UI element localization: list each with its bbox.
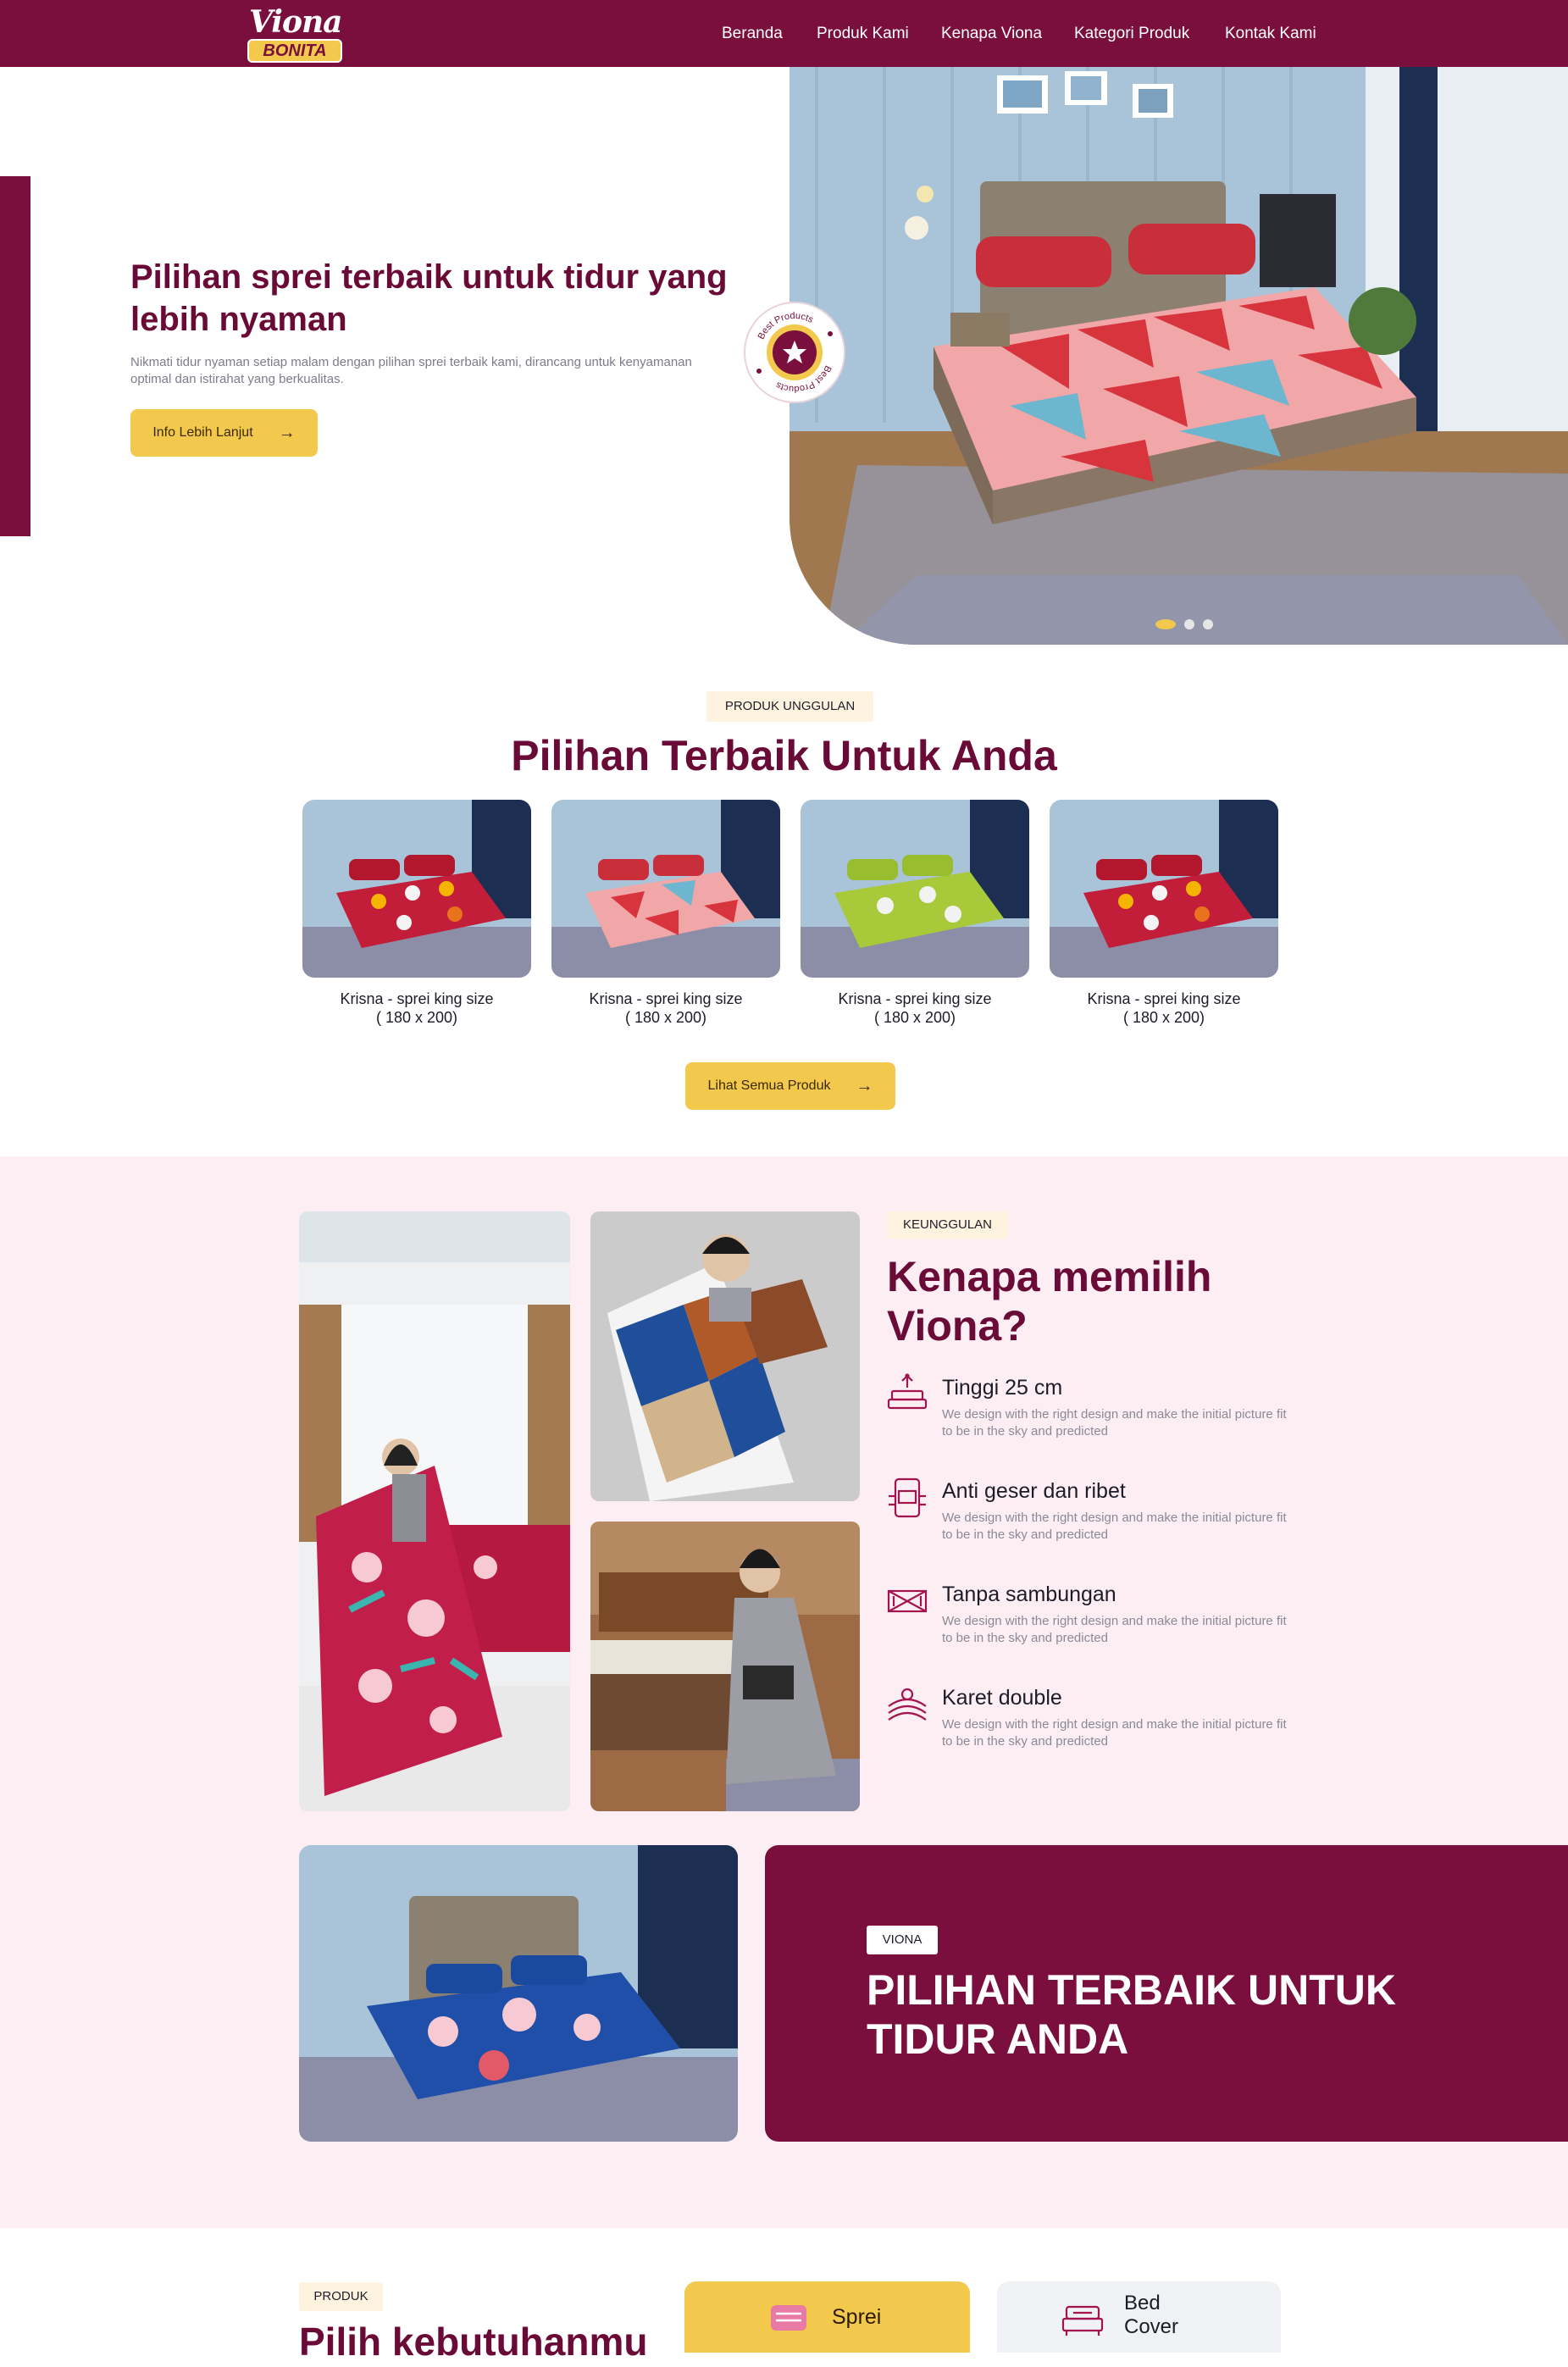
see-all-products-label: Lihat Semua Produk [707, 1078, 831, 1093]
product-name[interactable]: Krisna - sprei king size( 180 x 200) [801, 989, 1029, 1027]
info-more-button[interactable]: Info Lebih Lanjut → [130, 409, 318, 457]
bed-icon [1061, 2303, 1104, 2342]
phone-bed-icon [885, 1476, 929, 1520]
model-patchwork-photo [590, 1211, 860, 1501]
brand-logo[interactable]: Viona BONITA [247, 5, 344, 63]
best-products-seal-icon: Best Products Best Products [756, 311, 834, 394]
model-red-sheet-photo [299, 1211, 570, 1811]
hero-title: Pilihan sprei terbaik untuk tidur yang l… [130, 258, 728, 338]
category-bed-cover[interactable]: Bed Cover [997, 2281, 1281, 2353]
hero-accent-bar [0, 176, 30, 536]
hero-subtitle: Nikmati tidur nyaman setiap malam dengan… [130, 355, 692, 386]
feature-description: We design with the right design and make… [942, 1407, 1287, 1438]
feature-title: Tinggi 25 cm [942, 1376, 1063, 1400]
promo-banner: VIONA PILIHAN TERBAIK UNTUK TIDUR ANDA [765, 1845, 1568, 2142]
blue-floral-bed-photo [299, 1845, 738, 2142]
slider-dot-3[interactable] [1203, 619, 1213, 629]
feature-description: We design with the right design and make… [942, 1614, 1287, 1645]
categories-tag: PRODUK [299, 2282, 383, 2311]
category-label: Sprei [832, 2305, 882, 2329]
brand-subname: BONITA [247, 39, 342, 63]
feature-title: Tanpa sambungan [942, 1583, 1116, 1606]
arrow-right-icon: → [278, 423, 296, 442]
slider-dot-1[interactable] [1155, 619, 1176, 629]
nav-link-kontak-kami[interactable]: Kontak Kami [1225, 22, 1316, 46]
product-name[interactable]: Krisna - sprei king size( 180 x 200) [551, 989, 780, 1027]
seamless-fabric-icon [885, 1579, 929, 1623]
feature-description: We design with the right design and make… [942, 1717, 1287, 1749]
why-tag: KEUNGGULAN [887, 1211, 1008, 1239]
feature-title: Karet double [942, 1686, 1062, 1710]
product-card-image[interactable] [302, 800, 531, 978]
categories-title: Pilih kebutuhanmu [299, 2320, 648, 2364]
top-navbar: Viona BONITA Beranda Produk Kami Kenapa … [0, 0, 1568, 67]
sheet-icon [769, 2303, 808, 2337]
hero-bedroom-image [790, 67, 1568, 645]
nav-link-kenapa-viona[interactable]: Kenapa Viona [941, 22, 1042, 46]
category-label: Bed Cover [1124, 2292, 1179, 2338]
banner-title: PILIHAN TERBAIK UNTUK TIDUR ANDA [867, 1966, 1396, 2063]
featured-title: Pilihan Terbaik Untuk Anda [511, 732, 1057, 779]
feature-description: We design with the right design and make… [942, 1511, 1287, 1542]
model-fitting-sheet-photo [590, 1522, 860, 1811]
layered-mattress-icon [885, 1372, 929, 1416]
brand-name: Viona [249, 4, 342, 40]
product-name[interactable]: Krisna - sprei king size( 180 x 200) [302, 989, 531, 1027]
hero-slider-dots [1155, 619, 1213, 629]
featured-tag: PRODUK UNGGULAN [706, 691, 873, 722]
banner-tag: VIONA [867, 1926, 938, 1954]
see-all-products-button[interactable]: Lihat Semua Produk → [685, 1062, 895, 1110]
arrow-right-icon: → [856, 1076, 873, 1095]
product-card-image[interactable] [801, 800, 1029, 978]
info-more-label: Info Lebih Lanjut [152, 425, 253, 440]
product-card-image[interactable] [1050, 800, 1278, 978]
elastic-band-icon [885, 1682, 929, 1727]
feature-title: Anti geser dan ribet [942, 1479, 1126, 1503]
nav-link-kategori-produk[interactable]: Kategori Produk [1074, 22, 1189, 46]
category-sprei[interactable]: Sprei [684, 2281, 970, 2353]
best-products-badge: Best Products Best Products [744, 302, 845, 403]
product-name[interactable]: Krisna - sprei king size( 180 x 200) [1050, 989, 1278, 1027]
slider-dot-2[interactable] [1184, 619, 1194, 629]
nav-link-produk-kami[interactable]: Produk Kami [817, 22, 909, 46]
product-card-image[interactable] [551, 800, 780, 978]
why-title: Kenapa memilih Viona? [887, 1253, 1212, 1350]
nav-link-beranda[interactable]: Beranda [722, 22, 783, 46]
